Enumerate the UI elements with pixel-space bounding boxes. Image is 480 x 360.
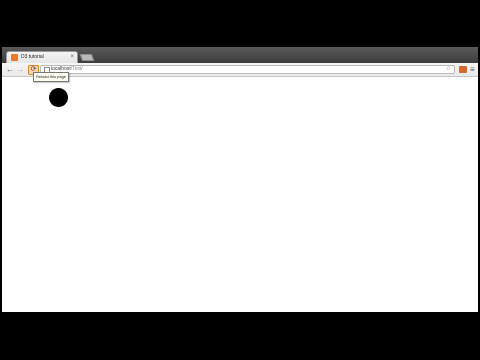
url-path: /Test/ [70,66,83,72]
address-bar[interactable]: localhost/Test/ ☆ [40,65,455,74]
reload-tooltip: Reload this page [33,72,70,82]
extension-icon[interactable] [459,66,467,73]
screen: D3 tutorial × ← → ⟳ localhost/Test/ ☆ ≡ … [0,0,480,360]
black-circle [49,88,68,107]
page-favicon-icon [11,54,18,61]
forward-button[interactable]: → [15,65,25,74]
tab-close-icon[interactable]: × [70,53,74,62]
bookmark-star-icon[interactable]: ☆ [446,66,451,73]
browser-window: D3 tutorial × ← → ⟳ localhost/Test/ ☆ ≡ … [2,47,478,312]
tab-title: D3 tutorial [21,54,44,60]
menu-icon[interactable]: ≡ [470,65,477,74]
browser-toolbar: ← → ⟳ localhost/Test/ ☆ ≡ [2,63,478,77]
new-tab-button[interactable] [79,54,95,61]
tab-d3-tutorial[interactable]: D3 tutorial × [6,51,78,63]
back-button[interactable]: ← [5,65,15,74]
tab-strip: D3 tutorial × [2,47,478,63]
page-content [2,77,478,312]
